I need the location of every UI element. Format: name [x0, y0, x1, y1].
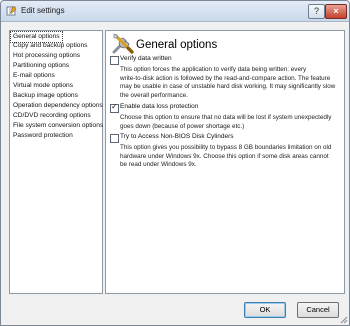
description-line: hardware under Windows 9x. Choose this o…: [120, 152, 329, 160]
settings-tools-icon: [112, 33, 134, 54]
settings-category-list[interactable]: General options Copy and backup options …: [9, 30, 103, 294]
sidebar-item-partitioning-options[interactable]: Partitioning options: [11, 61, 71, 71]
description-line: This option forces the application to ve…: [120, 66, 307, 73]
edit-settings-window: Edit settings ? × General options Copy a…: [0, 0, 350, 326]
resize-grip-icon[interactable]: [340, 316, 348, 324]
title-bar: Edit settings ? ×: [1, 1, 349, 22]
enable-data-loss-protection-description: Choose this option to ensure that no dat…: [120, 114, 338, 131]
sidebar-item-copy-and-backup-options[interactable]: Copy and backup options: [11, 41, 89, 51]
verify-data-written-checkbox[interactable]: [110, 56, 119, 65]
cancel-button[interactable]: Cancel: [297, 302, 339, 318]
verify-data-written-description: This option forces the application to ve…: [120, 66, 338, 100]
sidebar-item-password-protection[interactable]: Password protection: [11, 131, 75, 141]
non-bios-cylinders-label[interactable]: Try to Access Non-BIOS Disk Cylinders: [120, 133, 234, 140]
panel-title: General options: [136, 39, 218, 51]
ok-button[interactable]: OK: [244, 302, 286, 318]
sidebar-item-file-system-conversion-options[interactable]: File system conversion options: [11, 121, 105, 131]
description-line: write-to-disk action is followed by the …: [120, 74, 331, 82]
settings-app-icon: [6, 5, 17, 16]
description-line: goes down (because of power shortage etc…: [120, 122, 245, 130]
close-button[interactable]: ×: [325, 4, 347, 19]
options-panel: General options Verify data written This…: [105, 30, 345, 294]
sidebar-item-cd-dvd-recording-options[interactable]: CD/DVD recording options: [11, 111, 93, 121]
non-bios-cylinders-checkbox[interactable]: [110, 134, 119, 143]
sidebar-item-hot-processing-options[interactable]: Hot processing options: [11, 51, 82, 61]
verify-data-written-label[interactable]: Verify data written: [120, 55, 172, 62]
enable-data-loss-protection-label[interactable]: Enable data loss protection: [120, 103, 198, 110]
sidebar-item-backup-image-options[interactable]: Backup image options: [11, 91, 80, 101]
help-button[interactable]: ?: [308, 4, 325, 19]
description-line: This option gives you possibility to byp…: [120, 144, 332, 151]
checkmark-icon: ✓: [111, 102, 118, 111]
description-line: be read under Windows 9x.: [120, 161, 197, 169]
non-bios-cylinders-description: This option gives you possibility to byp…: [120, 144, 338, 170]
description-line: Choose this option to ensure that no dat…: [120, 114, 332, 121]
description-line: the overall performance.: [120, 91, 188, 99]
sidebar-item-virtual-mode-options[interactable]: Virtual mode options: [11, 81, 75, 91]
description-line: may be usable in case of unstable hard d…: [120, 83, 336, 91]
enable-data-loss-protection-checkbox[interactable]: ✓: [110, 102, 119, 113]
sidebar-item-email-options[interactable]: E-mail options: [11, 71, 57, 81]
sidebar-item-operation-dependency-options[interactable]: Operation dependency options: [11, 101, 105, 111]
window-title: Edit settings: [21, 6, 65, 15]
